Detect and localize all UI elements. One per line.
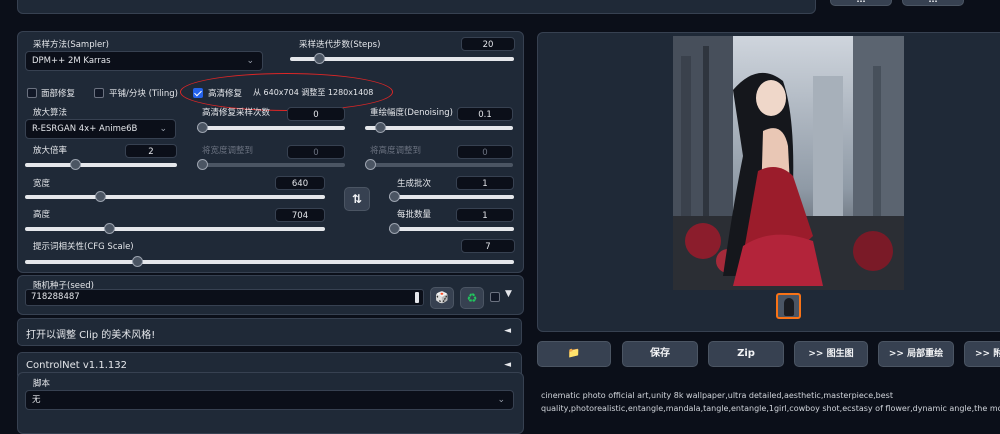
chevron-down-icon: ⌄ — [246, 56, 254, 66]
generation-info-text: cinematic photo official art,unity 8k wa… — [541, 389, 1000, 415]
width-slider[interactable] — [25, 191, 325, 202]
resize-height-slider[interactable] — [365, 159, 513, 170]
width-slider-thumb[interactable] — [95, 191, 106, 202]
upscale-factor-slider[interactable] — [25, 159, 177, 170]
batch-size-slider[interactable] — [389, 223, 514, 234]
height-input[interactable]: 704 — [275, 208, 325, 222]
batch-count-label: 生成批次 — [397, 179, 432, 189]
denoising-input[interactable]: 0.1 — [457, 107, 513, 121]
width-label: 宽度 — [33, 179, 51, 189]
dice-icon: 🎲 — [435, 291, 449, 304]
steps-label: 采样迭代步数(Steps) — [299, 40, 381, 50]
swap-icon: ⇅ — [351, 192, 363, 206]
cfg-scale-label: 提示词相关性(CFG Scale) — [33, 242, 134, 252]
recycle-icon: ♻ — [466, 291, 478, 305]
chevron-down-icon: ⌄ — [159, 124, 167, 134]
folder-icon: 📁 — [567, 348, 581, 359]
top-prompt-panel — [17, 0, 816, 14]
batch-size-label: 每批数量 — [397, 210, 432, 220]
extra-seed-checkbox[interactable] — [490, 292, 500, 302]
hires-steps-slider-thumb[interactable] — [197, 122, 208, 133]
collapse-arrow-icon: ◄ — [504, 360, 511, 370]
script-select[interactable]: 无 ⌄ — [25, 390, 514, 410]
denoising-label: 重绘幅度(Denoising) — [370, 108, 453, 118]
tiling-checkbox[interactable] — [94, 88, 104, 98]
reuse-seed-button[interactable]: ♻ — [460, 287, 484, 309]
sampler-label: 采样方法(Sampler) — [33, 40, 109, 50]
hires-steps-label: 高清修复采样次数 — [202, 108, 271, 118]
upscale-factor-input[interactable]: 2 — [125, 144, 177, 158]
resize-width-input[interactable]: 0 — [287, 145, 345, 159]
batch-size-input[interactable]: 1 — [456, 208, 514, 222]
generation-info-line-1: cinematic photo official art,unity 8k wa… — [541, 391, 893, 400]
cfg-scale-input[interactable]: 7 — [461, 239, 515, 253]
height-slider-thumb[interactable] — [104, 223, 115, 234]
hires-steps-slider[interactable] — [197, 122, 345, 133]
resize-height-slider-thumb[interactable] — [365, 159, 376, 170]
resize-width-label: 将宽度调整到 — [202, 146, 254, 156]
width-input[interactable]: 640 — [275, 176, 325, 190]
upscaler-value: R-ESRGAN 4x+ Anime6B — [32, 124, 138, 134]
steps-input[interactable]: 20 — [461, 37, 515, 51]
random-seed-button[interactable]: 🎲 — [430, 287, 454, 309]
seed-value: 718288487 — [31, 292, 80, 302]
batch-count-slider-thumb[interactable] — [389, 191, 400, 202]
clip-style-accordion[interactable]: 打开以调整 Clip 的美术风格! ◄ — [17, 318, 522, 346]
clip-style-accordion-label: 打开以调整 Clip 的美术风格! — [26, 330, 156, 341]
sampler-select[interactable]: DPM++ 2M Karras ⌄ — [25, 51, 263, 71]
height-label: 高度 — [33, 210, 51, 220]
height-slider[interactable] — [25, 223, 325, 234]
face-restore-checkbox[interactable] — [27, 88, 37, 98]
send-to-img2img-button[interactable]: >> 图生图 — [794, 341, 868, 367]
resize-width-slider-thumb[interactable] — [197, 159, 208, 170]
resize-width-slider[interactable] — [197, 159, 345, 170]
gallery-thumbnail[interactable] — [776, 293, 801, 319]
controlnet-accordion-label: ControlNet v1.1.132 — [26, 360, 127, 371]
top-button-1[interactable]: ... — [830, 0, 892, 6]
upscaler-label: 放大算法 — [33, 108, 68, 118]
open-folder-button[interactable]: 📁 — [537, 341, 611, 367]
generation-info-line-2: quality,photorealistic,entangle,mandala,… — [541, 404, 1000, 413]
top-button-2[interactable]: ... — [902, 0, 964, 6]
batch-count-slider[interactable] — [389, 191, 514, 202]
denoising-slider-thumb[interactable] — [374, 122, 386, 133]
seed-spinner[interactable] — [415, 292, 419, 303]
collapse-arrow-icon: ◄ — [504, 326, 511, 336]
send-to-inpaint-button[interactable]: >> 局部重绘 — [878, 341, 954, 367]
chevron-down-icon: ⌄ — [497, 395, 505, 405]
script-value: 无 — [32, 395, 41, 405]
denoising-slider[interactable] — [365, 122, 513, 133]
swap-dimensions-button[interactable]: ⇅ — [344, 187, 370, 211]
resize-height-label: 将高度调整到 — [370, 146, 422, 156]
upscale-factor-label: 放大倍率 — [33, 146, 68, 156]
batch-size-slider-thumb[interactable] — [389, 223, 400, 234]
cfg-scale-slider[interactable] — [25, 256, 514, 267]
seed-input[interactable]: 718288487 — [25, 289, 424, 306]
generated-image[interactable] — [673, 36, 904, 290]
sampler-value: DPM++ 2M Karras — [32, 56, 111, 66]
tiling-label: 平铺/分块 (Tiling) — [109, 89, 178, 99]
hires-steps-input[interactable]: 0 — [287, 107, 345, 121]
thumbnail-figure — [784, 298, 794, 316]
batch-count-input[interactable]: 1 — [456, 176, 514, 190]
script-label: 脚本 — [33, 379, 51, 389]
steps-slider[interactable] — [290, 53, 514, 64]
extra-seed-toggle-arrow[interactable]: ▼ — [505, 289, 512, 299]
zip-button[interactable]: Zip — [708, 341, 784, 367]
save-button[interactable]: 保存 — [622, 341, 698, 367]
resize-height-input[interactable]: 0 — [457, 145, 513, 159]
send-to-extras-button[interactable]: >> 附加 — [964, 341, 1000, 367]
face-restore-label: 面部修复 — [41, 89, 76, 99]
upscaler-select[interactable]: R-ESRGAN 4x+ Anime6B ⌄ — [25, 119, 176, 139]
